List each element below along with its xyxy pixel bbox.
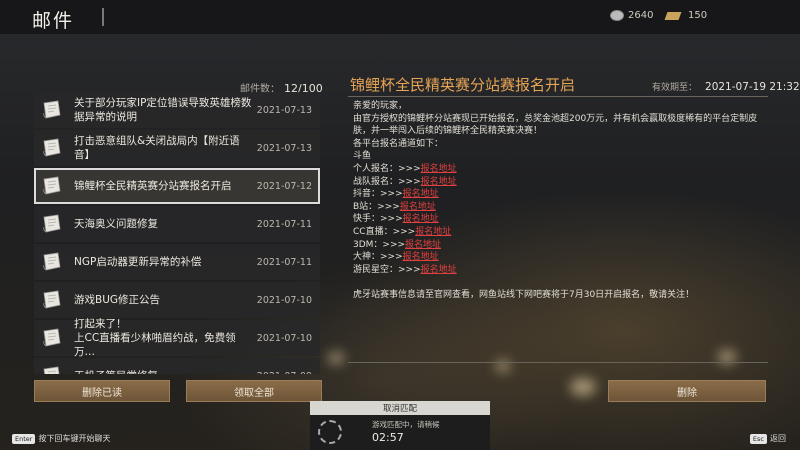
channel-row: CC直播：>>>报名地址 bbox=[353, 226, 773, 239]
cancel-match-button[interactable]: 取消匹配 bbox=[310, 401, 490, 415]
expire-label: 有效期至： bbox=[652, 83, 698, 93]
scroll-mail-icon bbox=[43, 328, 61, 347]
bg-light bbox=[328, 352, 344, 364]
enter-key-icon: Enter bbox=[12, 433, 36, 444]
mail-subject: 游戏BUG修正公告 bbox=[74, 294, 161, 306]
scroll-mail-icon bbox=[43, 252, 61, 271]
channel-row: 战队报名：>>>报名地址 bbox=[353, 176, 773, 189]
signup-link[interactable]: 报名地址 bbox=[403, 214, 439, 224]
chat-hint[interactable]: Enter 按下回车键开始聊天 bbox=[12, 433, 110, 444]
matching-spinner-icon bbox=[318, 420, 342, 444]
channel-label: 快手：>>> bbox=[353, 214, 403, 225]
scroll-mail-icon bbox=[43, 176, 61, 195]
mail-list-item[interactable]: 打起来了！ 上CC直播看少林啪眉约战，免费领万… 2021-07-10 bbox=[34, 318, 320, 358]
mail-body: 亲爱的玩家， 由官方授权的锦鲤杯分站赛现已开始报名，总奖金池超200万元，并有机… bbox=[353, 100, 773, 302]
channel-list: 个人报名：>>>报名地址 战队报名：>>>报名地址 抖音：>>>报名地址 B站：>>>… bbox=[353, 163, 773, 276]
mail-list-item[interactable]: 打击恶意组队&关闭战局内【附近语音】 2021-07-13 bbox=[34, 130, 320, 166]
mail-date: 2021-07-11 bbox=[256, 256, 312, 268]
channel-row: 个人报名：>>>报名地址 bbox=[353, 163, 773, 176]
mail-date: 2021-07-13 bbox=[256, 142, 312, 154]
signup-link[interactable]: 报名地址 bbox=[400, 202, 436, 212]
back-hint-text: 返回 bbox=[770, 434, 786, 443]
mail-list-item[interactable]: 关于部分玩家IP定位错误导致英雄榜数据异常的说明 2021-07-13 bbox=[34, 92, 320, 128]
mail-date: 2021-07-10 bbox=[256, 294, 312, 306]
scroll-mail-icon bbox=[43, 138, 61, 157]
greeting: 亲爱的玩家， bbox=[353, 101, 408, 111]
coin-icon bbox=[610, 10, 624, 21]
scroll-mail-icon bbox=[43, 214, 61, 233]
channel-label: 抖音：>>> bbox=[353, 189, 403, 200]
mail-subject: 锦鲤杯全民精英赛分站赛报名开启 bbox=[74, 180, 232, 192]
mail-date: 2021-07-12 bbox=[256, 180, 312, 192]
match-timer: 02:57 bbox=[372, 431, 404, 444]
coin-value: 2640 bbox=[628, 10, 654, 21]
mail-list-item[interactable]: 游戏BUG修正公告 2021-07-10 bbox=[34, 282, 320, 318]
channel-label: 大神：>>> bbox=[353, 252, 403, 263]
gold-balance: 150 bbox=[664, 10, 708, 21]
mail-date: 2021-07-13 bbox=[256, 104, 312, 116]
channel-label: 个人报名：>>> bbox=[353, 163, 421, 174]
channels-intro: 各平台报名通道如下： bbox=[353, 138, 444, 149]
channel-row: 3DM：>>>报名地址 bbox=[353, 239, 773, 252]
coin-balance: 2640 bbox=[610, 10, 653, 21]
signup-link[interactable]: 报名地址 bbox=[405, 240, 441, 250]
mail-subject: 打击恶意组队&关闭战局内【附近语音】 bbox=[74, 135, 240, 161]
scroll-mail-icon bbox=[43, 100, 61, 119]
claim-all-button[interactable]: 领取全部 bbox=[186, 380, 322, 402]
page-title: 邮件 bbox=[32, 10, 75, 32]
signup-link[interactable]: 报名地址 bbox=[421, 177, 457, 187]
expire-value: 2021-07-19 21:32 bbox=[705, 81, 800, 93]
esc-key-icon: Esc bbox=[749, 433, 767, 444]
channel-label: 3DM：>>> bbox=[353, 239, 406, 250]
match-status: 游戏匹配中，请稍候 bbox=[372, 420, 440, 429]
top-bar: 邮件 2640 150 bbox=[0, 0, 800, 34]
mail-list-item[interactable]: 天机子等异常修复 2021-07-09 bbox=[34, 358, 320, 374]
signup-link[interactable]: 报名地址 bbox=[421, 265, 457, 275]
delete-button[interactable]: 删除 bbox=[608, 380, 766, 402]
scroll-mail-icon bbox=[43, 290, 61, 309]
mail-list-item[interactable]: 锦鲤杯全民精英赛分站赛报名开启 2021-07-12 bbox=[34, 168, 320, 204]
channel-row: B站：>>>报名地址 bbox=[353, 201, 773, 214]
body-text: 由官方授权的锦鲤杯分站赛现已开始报名，总奖金池超200万元，并有机会赢取极度稀有… bbox=[353, 113, 758, 137]
channel-row: 抖音：>>>报名地址 bbox=[353, 188, 773, 201]
signup-link[interactable]: 报名地址 bbox=[415, 227, 451, 237]
mail-subject: 关于部分玩家IP定位错误导致英雄榜数据异常的说明 bbox=[74, 97, 252, 123]
platform-name: 斗鱼 bbox=[353, 151, 372, 162]
channel-label: 战队报名：>>> bbox=[353, 176, 421, 187]
footer-text: 虎牙站赛事信息请至官网查看，网鱼站线下网吧赛将于7月30日开启报名，敬请关注！ bbox=[353, 289, 695, 300]
channel-row: 大神：>>>报名地址 bbox=[353, 251, 773, 264]
mail-list-item[interactable]: NGP启动器更新异常的补偿 2021-07-11 bbox=[34, 244, 320, 280]
delete-read-button[interactable]: 删除已读 bbox=[34, 380, 170, 402]
mail-list[interactable]: 关于部分玩家IP定位错误导致英雄榜数据异常的说明 2021-07-13 打击恶意组队… bbox=[34, 92, 320, 374]
mail-date: 2021-07-10 bbox=[256, 332, 312, 344]
mail-subject: 天海奥义问题修复 bbox=[74, 218, 158, 230]
bg-light bbox=[570, 378, 596, 396]
gold-value: 150 bbox=[688, 10, 708, 21]
mail-subject: NGP启动器更新异常的补偿 bbox=[74, 256, 202, 268]
mail-list-item[interactable]: 天海奥义问题修复 2021-07-11 bbox=[34, 206, 320, 242]
chat-hint-text: 按下回车键开始聊天 bbox=[38, 434, 111, 443]
back-hint[interactable]: Esc 返回 bbox=[749, 433, 786, 444]
matchmaking-panel: 取消匹配 游戏匹配中，请稍候 02:57 bbox=[310, 401, 490, 450]
mail-subject: 天机子等异常修复 bbox=[74, 358, 252, 374]
title-divider-line bbox=[348, 96, 768, 97]
channel-label: CC直播：>>> bbox=[353, 226, 416, 237]
channel-label: B站：>>> bbox=[353, 201, 400, 212]
scroll-mail-icon bbox=[43, 366, 60, 374]
mail-date: 2021-07-11 bbox=[256, 218, 312, 230]
channel-label: 游民星空：>>> bbox=[353, 264, 421, 275]
footer-divider-line bbox=[348, 362, 768, 363]
gold-bar-icon bbox=[664, 11, 682, 20]
signup-link[interactable]: 报名地址 bbox=[403, 189, 439, 199]
title-divider bbox=[102, 8, 104, 26]
channel-row: 游民星空：>>>报名地址 bbox=[353, 264, 773, 277]
mail-date: 2021-07-09 bbox=[257, 358, 312, 375]
expire-date: 有效期至： 2021-07-19 21:32 bbox=[652, 80, 800, 93]
mail-title: 锦鲤杯全民精英赛分站赛报名开启 bbox=[350, 76, 576, 94]
signup-link[interactable]: 报名地址 bbox=[403, 252, 439, 262]
signup-link[interactable]: 报名地址 bbox=[421, 164, 457, 174]
mail-subject: 打起来了！ 上CC直播看少林啪眉约战，免费领万… bbox=[74, 318, 236, 358]
channel-row: 快手：>>>报名地址 bbox=[353, 213, 773, 226]
